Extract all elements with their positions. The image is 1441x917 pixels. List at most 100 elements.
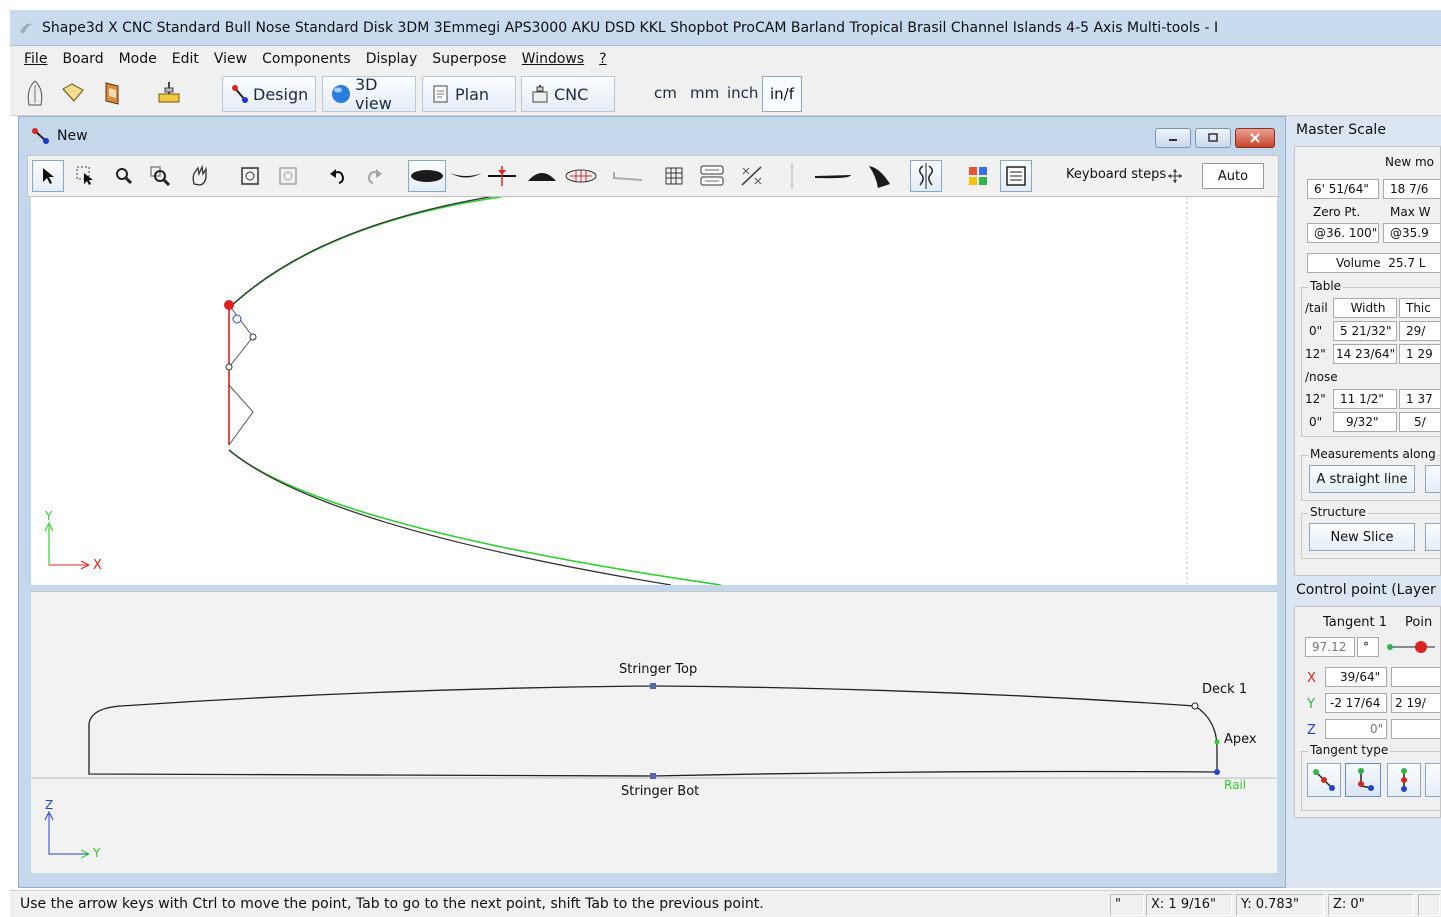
redo-button[interactable] [358,160,390,192]
cross-section-tool[interactable] [524,160,560,192]
stringer-tool[interactable] [812,160,854,192]
z-field-2[interactable] [1391,719,1440,739]
design-window-title-bar: New [19,117,1285,155]
tangent-type-free-button[interactable] [1307,763,1341,797]
z-field[interactable]: 0" [1325,719,1387,739]
col-width-header: Width [1333,298,1397,318]
zoom-tool[interactable] [108,160,140,192]
new-model-label: New mo [1385,155,1435,169]
tail-label: /tail [1305,301,1328,315]
tangent-type-vertical-button[interactable] [1387,763,1421,797]
tail-row-0-width[interactable]: 5 21/32" [1333,321,1397,341]
max-w-field[interactable]: @35.9 [1383,223,1440,243]
y-field-2[interactable]: 2 19/ [1391,693,1440,713]
zero-pt-field[interactable]: @36. 100" [1307,223,1379,243]
rail-point[interactable] [1214,769,1220,775]
open-board-icon[interactable] [58,78,88,108]
tail-row-1-width[interactable]: 14 23/64" [1333,344,1397,364]
measure-tool[interactable] [736,160,768,192]
outline-view-tool[interactable] [408,160,446,192]
fit-all-tool[interactable] [272,160,304,192]
layers-tool[interactable] [696,160,728,192]
measure-icon [741,166,762,186]
vertical-tool[interactable] [776,160,808,192]
menu-display[interactable]: Display [366,51,418,67]
auto-button[interactable]: Auto [1202,163,1264,189]
menu-components[interactable]: Components [262,51,351,67]
stringer-bot-point[interactable] [650,773,656,779]
menu-file[interactable]: File [24,51,47,67]
keyboard-steps-button[interactable] [1164,160,1186,192]
fin-tool[interactable] [864,160,896,192]
menu-edit[interactable]: Edit [172,51,199,67]
tangent-angle-field[interactable]: 97.12 [1305,637,1355,657]
close-button[interactable] [1235,128,1275,148]
grid-tool[interactable] [658,160,690,192]
straight-line-button[interactable]: A straight line [1309,465,1415,493]
symmetry-tool[interactable] [910,160,942,192]
machine-settings-icon[interactable] [154,78,184,108]
deck-view-tool[interactable] [610,160,646,192]
deck-point[interactable] [1191,702,1199,710]
apex-point[interactable] [1214,739,1220,745]
plan-button[interactable]: Plan [422,76,516,112]
y-field[interactable]: -2 17/64 [1325,693,1387,713]
tangent-type-corner-button[interactable] [1345,763,1381,797]
unit-inf[interactable]: in/f [762,76,803,112]
width-field[interactable]: 18 7/6 [1383,179,1440,199]
control-point[interactable] [225,363,233,371]
save-board-icon[interactable] [98,78,128,108]
view3d-button[interactable]: 3D view [322,75,416,113]
tangent-point[interactable] [249,333,257,341]
slice-view-tool[interactable] [486,160,518,192]
stringer-top-point[interactable] [650,683,656,689]
outline-view-canvas[interactable]: Y X [31,197,1277,585]
tail-row-0-thick[interactable]: 29/ [1399,321,1440,341]
minimize-icon [1169,139,1177,141]
menu-windows[interactable]: Windows [522,51,585,67]
menu-help[interactable]: ? [599,51,606,67]
minimize-button[interactable] [1155,128,1191,148]
grid-section-tool[interactable] [562,160,600,192]
menu-mode[interactable]: Mode [119,51,157,67]
select-tool[interactable] [32,160,64,192]
tangent-point[interactable] [232,314,242,324]
control-point-selected[interactable] [224,300,234,310]
tangent-type-more-button[interactable] [1425,763,1440,797]
slice-view-canvas[interactable]: Stringer Top Stringer Bot Deck 1 Apex Ra… [31,591,1277,873]
select-area-tool[interactable] [70,160,102,192]
nose-row-0-thick[interactable]: 1 37 [1399,389,1440,409]
unit-cm[interactable]: cm [654,84,677,102]
x-field[interactable]: 39/64" [1325,667,1387,687]
nose-row-1-thick[interactable]: 5/ [1399,412,1440,432]
new-slice-button[interactable]: New Slice [1309,523,1415,551]
maximize-button[interactable] [1195,128,1231,148]
rocker-view-tool[interactable] [448,160,484,192]
zoom-window-tool[interactable] [144,160,176,192]
properties-tool[interactable] [1000,160,1032,192]
menu-board[interactable]: Board [62,51,103,67]
x-field-2[interactable] [1391,667,1440,687]
length-field[interactable]: 6' 51/64" [1307,179,1379,199]
x-axis-label: X [93,558,102,573]
colors-tool[interactable] [962,160,994,192]
cnc-button[interactable]: CNC [521,76,615,112]
fit-view-tool[interactable] [234,160,266,192]
menu-superpose[interactable]: Superpose [432,51,506,67]
menu-view[interactable]: View [214,51,247,67]
undo-button[interactable] [322,160,354,192]
nose-row-1-width[interactable]: 9/32" [1333,412,1397,432]
unit-inch[interactable]: inch [727,84,758,102]
new-board-icon[interactable] [20,78,50,108]
unit-mm[interactable]: mm [690,84,719,102]
max-w-label: Max W [1390,205,1431,219]
design-button[interactable]: Design [222,76,316,112]
structure-other-button[interactable] [1425,523,1440,551]
pan-tool[interactable] [184,160,216,192]
measure-other-button[interactable] [1425,465,1440,493]
tail-row-1-thick[interactable]: 1 29 [1399,344,1440,364]
nose-row-0-width[interactable]: 11 1/2" [1333,389,1397,409]
angle-unit-button[interactable]: ° [1357,637,1379,657]
cross-section-icon [528,173,556,181]
z-axis-label: Z [45,798,54,812]
